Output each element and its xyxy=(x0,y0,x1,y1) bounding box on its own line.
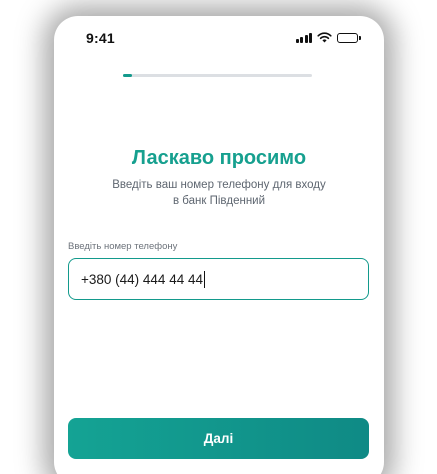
phone-screen: 9:41 Ласкаво просимо Введіть ваш номер т… xyxy=(54,16,384,474)
battery-icon xyxy=(337,32,361,43)
text-caret xyxy=(203,270,206,288)
wifi-icon xyxy=(317,32,332,43)
onboarding-progress xyxy=(123,74,312,77)
next-button[interactable]: Далі xyxy=(68,418,369,459)
phone-number-input[interactable]: +380 (44) 444 44 44 xyxy=(68,258,369,300)
onboarding-progress-fill xyxy=(123,74,133,77)
signal-icon xyxy=(295,32,312,43)
welcome-subtitle-line2: в банк Південний xyxy=(172,194,266,207)
status-icons xyxy=(295,32,361,43)
stage: 9:41 Ласкаво просимо Введіть ваш номер т… xyxy=(0,0,437,474)
status-bar: 9:41 xyxy=(54,16,384,60)
welcome-subtitle: Введіть ваш номер телефону для входу в б… xyxy=(84,178,354,209)
welcome-title: Ласкаво просимо xyxy=(131,147,307,169)
phone-number-value: +380 (44) 444 44 44 xyxy=(81,271,203,287)
welcome-subtitle-line1: Введіть ваш номер телефону для входу xyxy=(112,179,326,191)
phone-field-label: Введіть номер телефону xyxy=(68,241,178,252)
status-time: 9:41 xyxy=(86,30,115,46)
